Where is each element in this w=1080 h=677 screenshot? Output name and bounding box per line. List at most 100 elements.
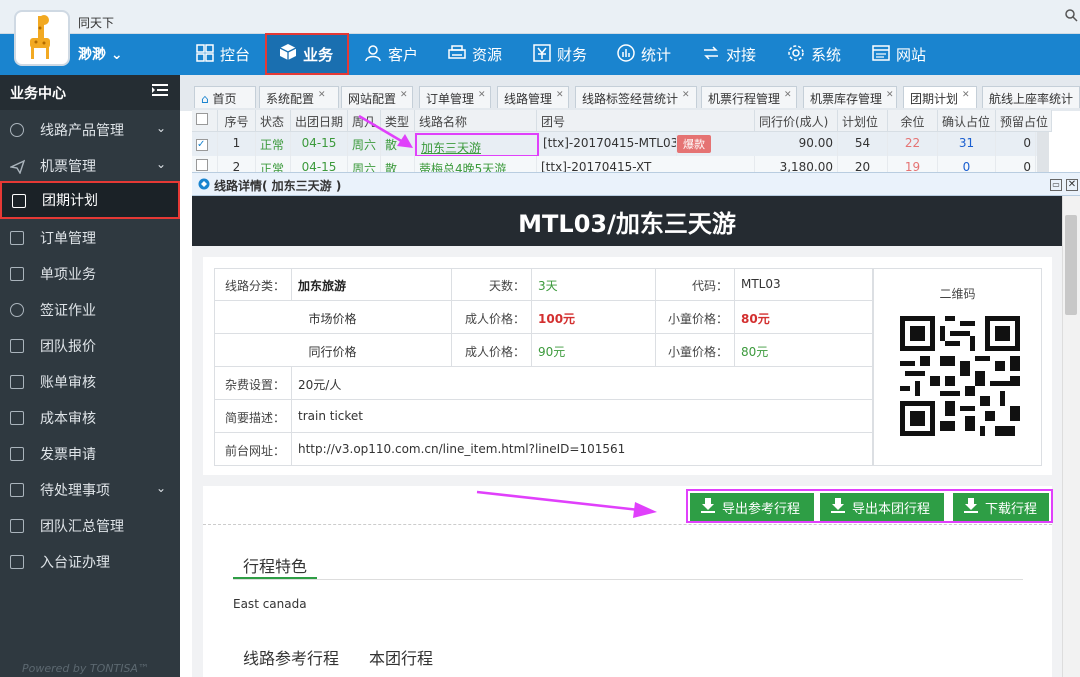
chevron-down-icon: ⌄ bbox=[155, 481, 166, 495]
gear-icon bbox=[787, 44, 805, 66]
sidebar-item-team-summary[interactable]: 团队汇总管理 bbox=[0, 508, 180, 544]
close-icon[interactable]: ✕ bbox=[478, 90, 486, 100]
sidebar-item-taiwan-permit[interactable]: 入台证办理 bbox=[0, 544, 180, 580]
sidebar-item-label: 团期计划 bbox=[42, 193, 98, 209]
tab-ticket-itinerary[interactable]: 机票行程管理 ✕ bbox=[701, 86, 797, 108]
grid-scrollbar[interactable] bbox=[1037, 132, 1049, 172]
sidebar-item-visa[interactable]: 签证作业 bbox=[0, 292, 180, 328]
section-title-tab[interactable]: 行程特色 bbox=[233, 553, 318, 579]
document-icon bbox=[10, 375, 24, 389]
download-itinerary-button[interactable]: 下载行程 bbox=[953, 493, 1049, 521]
grid-header[interactable]: 状态 bbox=[256, 110, 291, 132]
cell-reserve: 0 bbox=[996, 132, 1036, 156]
cell-remain: 19 bbox=[888, 156, 938, 172]
nav-finance[interactable]: 财务 bbox=[533, 34, 587, 75]
grid-header[interactable]: 团号 bbox=[537, 110, 755, 132]
close-icon[interactable]: ✕ bbox=[400, 90, 408, 100]
tab-group-plan[interactable]: 团期计划 ✕ bbox=[903, 86, 977, 108]
cell-route-name-link[interactable]: 加东三天游 bbox=[415, 133, 539, 157]
label-market-price: 市场价格 bbox=[214, 301, 452, 334]
grid-header[interactable]: 序号 bbox=[218, 110, 256, 132]
sidebar-item-invoice[interactable]: 发票申请 bbox=[0, 436, 180, 472]
sidebar-item-orders[interactable]: 订单管理 bbox=[0, 220, 180, 256]
giraffe-logo-icon bbox=[14, 10, 70, 66]
grid-header[interactable]: 计划位 bbox=[838, 110, 888, 132]
nav-connect[interactable]: 对接 bbox=[702, 34, 756, 75]
building-icon bbox=[10, 411, 24, 425]
sidebar-item-route-products[interactable]: 线路产品管理 ⌄ bbox=[0, 112, 180, 148]
cell-date: 04-15 bbox=[291, 156, 348, 172]
close-icon[interactable]: ✕ bbox=[556, 90, 564, 100]
grid-header[interactable]: 同行价(成人) bbox=[755, 110, 838, 132]
sidebar-item-tickets[interactable]: 机票管理 ⌄ bbox=[0, 148, 180, 184]
scrollbar-thumb[interactable] bbox=[1065, 215, 1077, 315]
tab-route-occupancy[interactable]: 航线上座率统计 bbox=[982, 86, 1080, 108]
nav-business[interactable]: 业务 bbox=[265, 33, 349, 75]
row-checkbox[interactable]: ✓ bbox=[192, 132, 218, 156]
button-label: 下载行程 bbox=[985, 501, 1038, 517]
nav-system[interactable]: 系统 bbox=[787, 34, 841, 75]
tab-group-itinerary[interactable]: 本团行程 bbox=[369, 645, 433, 669]
cell-price: 90.00 bbox=[755, 132, 838, 156]
close-icon[interactable]: ✕ bbox=[962, 90, 970, 100]
nav-website[interactable]: 网站 bbox=[872, 34, 926, 75]
nav-label: 对接 bbox=[726, 46, 757, 64]
close-icon[interactable]: ✕ bbox=[318, 90, 326, 100]
sidebar-item-single[interactable]: 单项业务 bbox=[0, 256, 180, 292]
sidebar-header: 业务中心 bbox=[0, 75, 180, 110]
grid-header[interactable]: 确认占位 bbox=[938, 110, 996, 132]
cell-confirm: 31 bbox=[938, 132, 996, 156]
user-menu[interactable]: 渺渺 ⌄ bbox=[78, 44, 123, 64]
tab-route-manage[interactable]: 线路管理 ✕ bbox=[497, 86, 569, 108]
tab-website-config[interactable]: 网站配置 ✕ bbox=[341, 86, 413, 108]
nav-dashboard[interactable]: 控台 bbox=[196, 34, 250, 75]
cell-no: 1 bbox=[218, 132, 256, 156]
value-days: 3天 bbox=[532, 268, 656, 301]
grid-header[interactable]: 预留占位 bbox=[996, 110, 1052, 132]
nav-statistics[interactable]: 统计 bbox=[617, 34, 671, 75]
sidebar-item-pending[interactable]: 待处理事项 ⌄ bbox=[0, 472, 180, 508]
label-code: 代码： bbox=[656, 268, 735, 301]
powered-by: Powered by TONTISA™ bbox=[22, 662, 149, 675]
nav-customer[interactable]: 客户 bbox=[364, 34, 418, 75]
grid-header-checkbox[interactable] bbox=[192, 110, 218, 132]
tab-ticket-stock[interactable]: 机票库存管理 ✕ bbox=[803, 86, 897, 108]
sidebar-item-quote[interactable]: 团队报价 bbox=[0, 328, 180, 364]
search-icon[interactable] bbox=[1064, 8, 1078, 22]
tab-route-tag-stats[interactable]: 线路标签经营统计 ✕ bbox=[575, 86, 697, 108]
close-icon[interactable]: ✕ bbox=[886, 90, 894, 100]
tab-label: 机票库存管理 bbox=[810, 92, 883, 106]
tab-reference-itinerary[interactable]: 线路参考行程 bbox=[243, 645, 339, 669]
collapse-menu-icon[interactable] bbox=[152, 83, 168, 101]
qr-label: 二维码 bbox=[939, 287, 976, 301]
grid-header[interactable]: 余位 bbox=[888, 110, 938, 132]
app-title: 同天下 bbox=[78, 16, 115, 30]
annotation-arrow bbox=[476, 490, 657, 518]
cell-route-name-link[interactable]: 蒂梅总4晚5天游 bbox=[415, 156, 537, 172]
bag-icon bbox=[10, 267, 24, 281]
export-group-itinerary-button[interactable]: 导出本团行程 bbox=[820, 493, 944, 521]
sidebar-item-label: 入台证办理 bbox=[40, 555, 110, 571]
row-checkbox[interactable] bbox=[192, 156, 218, 172]
cell-group-code: [ttx]-20170415-MTL03 bbox=[539, 132, 677, 156]
nav-resource[interactable]: 资源 bbox=[448, 34, 502, 75]
nav-label: 系统 bbox=[811, 46, 842, 64]
tab-label: 机票行程管理 bbox=[708, 92, 781, 106]
grid-header[interactable]: 线路名称 bbox=[415, 110, 537, 132]
sidebar-item-bill-review[interactable]: 账单审核 bbox=[0, 364, 180, 400]
tab-system-config[interactable]: 系统配置 ✕ bbox=[259, 86, 339, 108]
close-icon[interactable]: ✕ bbox=[682, 90, 690, 100]
sidebar-item-group-plan[interactable]: 团期计划 bbox=[0, 181, 180, 219]
export-reference-itinerary-button[interactable]: 导出参考行程 bbox=[690, 493, 814, 521]
maximize-button[interactable]: ▭ bbox=[1050, 179, 1062, 191]
sidebar-item-label: 账单审核 bbox=[40, 375, 96, 391]
grid-icon bbox=[10, 123, 24, 137]
value-url[interactable]: http://v3.op110.com.cn/line_item.html?li… bbox=[292, 433, 873, 466]
sidebar-item-cost-review[interactable]: 成本审核 bbox=[0, 400, 180, 436]
grid-header[interactable]: 出团日期 bbox=[291, 110, 348, 132]
tab-order-manage[interactable]: 订单管理 ✕ bbox=[419, 86, 491, 108]
cube-icon bbox=[279, 43, 297, 65]
close-button[interactable]: ✕ bbox=[1066, 179, 1078, 191]
close-icon[interactable]: ✕ bbox=[784, 90, 792, 100]
tab-home[interactable]: ⌂ 首页 bbox=[194, 86, 256, 108]
